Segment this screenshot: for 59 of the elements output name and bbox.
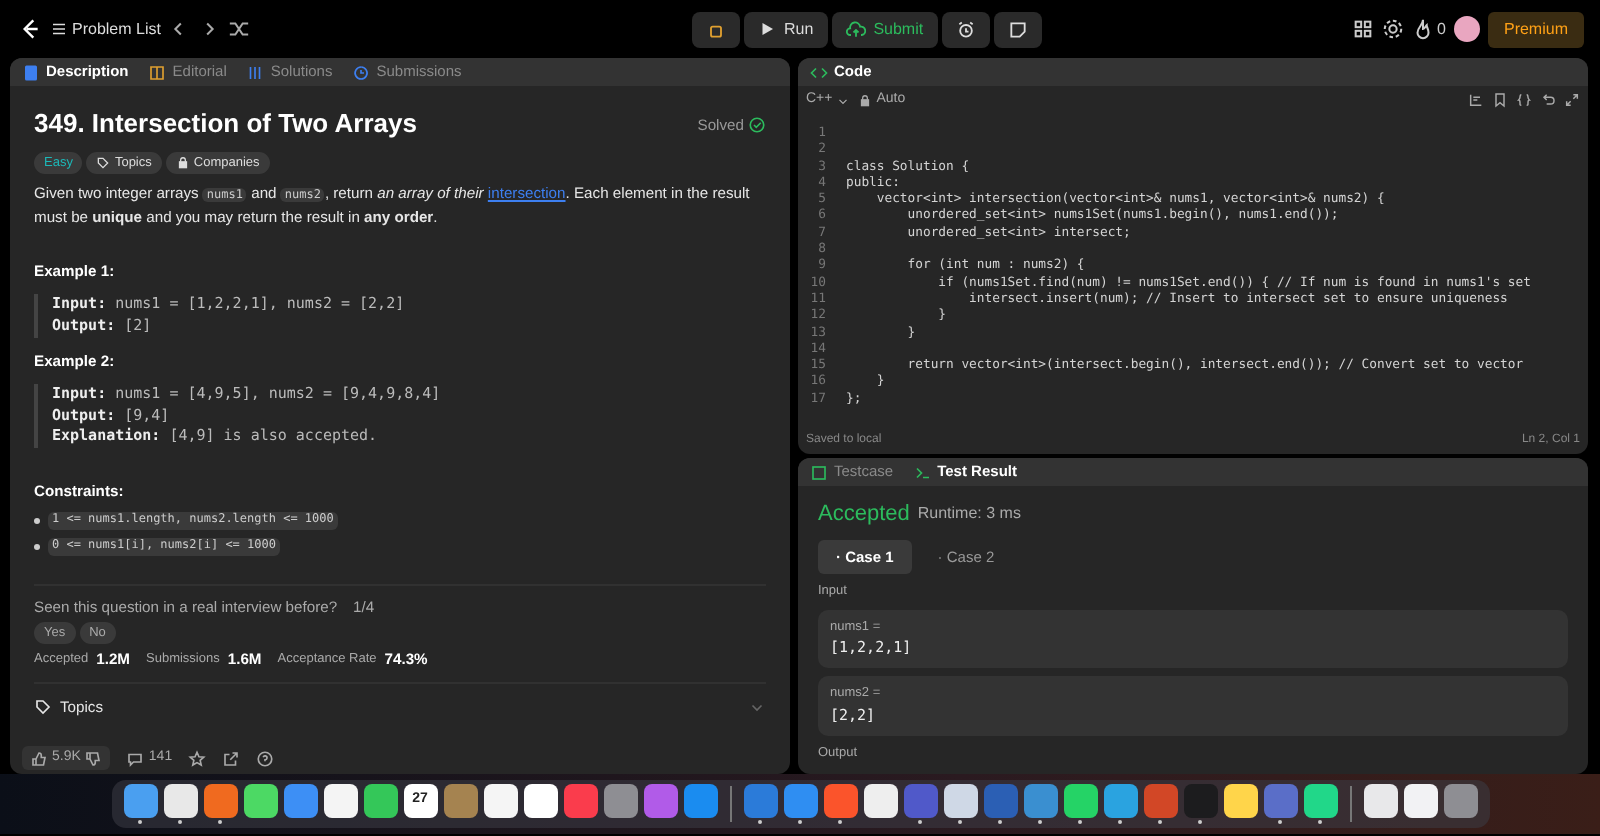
help-icon[interactable] [256,749,275,767]
app-icon[interactable] [1403,784,1437,818]
problem-title: 349. Intersection of Two Arrays [34,106,417,142]
app-icon[interactable] [363,784,397,818]
app-icon[interactable] [523,784,557,818]
submit-button[interactable]: Submit [831,11,938,47]
undo-icon[interactable] [1540,92,1556,108]
app-icon[interactable] [1063,784,1097,818]
tag-icon [96,156,111,171]
list-icon [50,20,68,38]
braces-icon[interactable] [1516,92,1532,108]
app-icon[interactable] [1363,784,1397,818]
tab-icon [148,63,167,81]
premium-button[interactable]: Premium [1487,11,1584,47]
app-icon[interactable] [163,784,197,818]
terminal-icon [913,463,932,481]
settings-icon[interactable] [1381,18,1404,40]
tag-icon [34,698,52,717]
runtime-text: Runtime: 3 ms [917,502,1021,527]
streak-count: 0 [1437,17,1446,41]
avatar[interactable] [1453,16,1480,42]
comment-icon[interactable] [126,749,145,767]
bookmark-icon[interactable] [1492,92,1508,108]
tab-icon [246,63,265,81]
app-icon[interactable] [243,784,277,818]
app-icon[interactable] [943,784,977,818]
thumbs-down-icon[interactable] [84,749,103,767]
note-button[interactable] [993,11,1042,47]
tab-icon [352,63,371,81]
flame-icon[interactable] [1411,18,1434,40]
bullet-icon [34,543,40,550]
checkbox-icon [810,463,828,481]
alarm-clock-icon [955,19,976,39]
external-link-icon[interactable] [222,749,241,767]
shuffle-icon[interactable] [228,18,251,40]
note-icon [1007,19,1028,39]
check-circle-icon [748,115,766,134]
cloud-upload-icon [845,19,866,39]
thumbs-up-icon [30,749,48,767]
app-icon[interactable] [323,784,357,818]
lock-icon [175,156,190,171]
expand-icon[interactable] [1564,92,1580,108]
run-button[interactable]: Run [744,11,828,47]
bullet-icon [34,518,40,525]
code-icon [810,63,828,81]
alarm-clock-button[interactable] [941,11,990,47]
tab-icon [22,63,40,81]
grid-icon[interactable] [1351,18,1374,40]
verdict-text: Accepted [818,500,910,530]
problem-list-button[interactable]: Problem List [50,17,161,41]
lock-icon [858,93,873,107]
debug-button[interactable] [692,11,740,47]
app-icon[interactable] [1303,784,1337,818]
app-icon[interactable] [863,784,897,818]
star-icon[interactable] [188,749,207,767]
app-icon[interactable] [1223,784,1257,818]
play-icon [758,20,776,38]
app-icon[interactable] [483,784,517,818]
format-icon[interactable] [1468,92,1484,108]
